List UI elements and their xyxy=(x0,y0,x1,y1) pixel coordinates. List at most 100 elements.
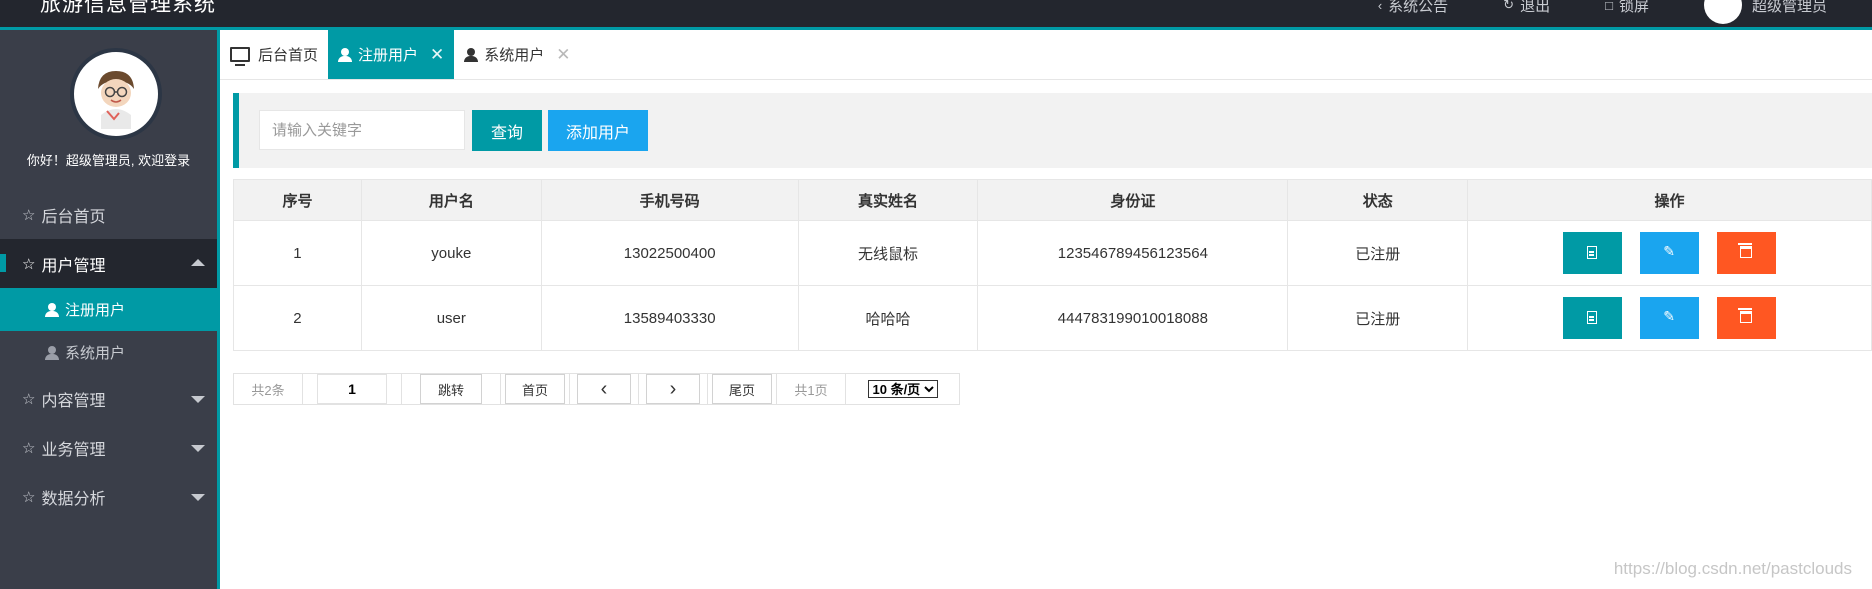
sidebar-item-user-management[interactable]: ☆ 用户管理 xyxy=(0,239,217,288)
top-links: ‹ 系统公告 ↻ 退出 □ 锁屏 超级管理员 xyxy=(1378,0,1872,24)
delete-button[interactable] xyxy=(1717,232,1777,274)
page-number-input[interactable] xyxy=(317,374,387,404)
prev-icon: ‹ xyxy=(1377,0,1383,13)
top-link-label: 系统公告 xyxy=(1388,0,1449,15)
close-icon[interactable]: ✕ xyxy=(556,45,570,65)
column-header: 真实姓名 xyxy=(797,179,979,221)
cell-index: 2 xyxy=(233,285,362,351)
user-icon xyxy=(45,345,59,360)
top-link-lock[interactable]: □ 锁屏 xyxy=(1605,0,1649,16)
user-icon xyxy=(464,47,479,62)
jump-wrap: 跳转 xyxy=(401,373,501,405)
page-size-wrap: 10 条/页 xyxy=(845,373,960,405)
cell-real-name: 无线鼠标 xyxy=(797,220,979,286)
sidebar-item-business-management[interactable]: ☆ 业务管理 xyxy=(0,423,217,472)
sidebar: 你好！超级管理员, 欢迎登录 ☆ 后台首页 ☆ 用户管理 注册用户 系统用户 ☆… xyxy=(0,30,220,589)
cell-id-card: 444783199010018088 xyxy=(977,285,1289,351)
top-user-menu[interactable]: 超级管理员 xyxy=(1703,0,1827,24)
cell-real-name: 哈哈哈 xyxy=(797,285,979,351)
pagination: 共2条 跳转 首页 ‹ › 尾页 共1页 10 条/页 xyxy=(233,373,960,405)
top-link-logout[interactable]: ↻ 退出 xyxy=(1503,0,1550,16)
star-icon: ☆ xyxy=(22,255,36,273)
view-button[interactable] xyxy=(1562,297,1622,339)
user-icon xyxy=(338,47,353,62)
cell-phone: 13022500400 xyxy=(540,220,799,286)
cell-status: 已注册 xyxy=(1287,220,1469,286)
next-page-button[interactable]: › xyxy=(646,374,700,404)
refresh-icon: ↻ xyxy=(1503,0,1515,12)
last-page-button[interactable]: 尾页 xyxy=(712,374,772,404)
page-size-select[interactable]: 10 条/页 xyxy=(867,380,938,398)
next-page-wrap: › xyxy=(638,373,708,405)
column-header: 操作 xyxy=(1467,179,1872,221)
query-button[interactable]: 查询 xyxy=(472,110,542,151)
prev-page-wrap: ‹ xyxy=(569,373,639,405)
delete-button[interactable] xyxy=(1717,297,1777,339)
star-icon: ☆ xyxy=(22,390,36,408)
close-icon[interactable]: ✕ xyxy=(430,45,444,65)
total-pages: 共1页 xyxy=(776,373,846,405)
tab-home[interactable]: 后台首页 xyxy=(220,30,328,79)
sidebar-item-home[interactable]: ☆ 后台首页 xyxy=(0,190,217,239)
cell-username: youke xyxy=(360,220,542,286)
avatar-icon xyxy=(82,60,150,129)
cell-index: 1 xyxy=(233,220,362,286)
user-icon xyxy=(45,302,59,317)
chevron-up-icon xyxy=(191,259,205,266)
cell-actions: ✎ xyxy=(1467,285,1872,351)
add-user-button[interactable]: 添加用户 xyxy=(548,110,648,151)
table-row: 2 user 13589403330 哈哈哈 44478319901001808… xyxy=(233,285,1872,351)
pencil-icon: ✎ xyxy=(1663,243,1675,259)
tab-system-users[interactable]: 系统用户 ✕ xyxy=(454,30,580,79)
column-header: 身份证 xyxy=(977,179,1289,221)
cell-id-card: 123546789456123564 xyxy=(977,220,1289,286)
star-icon: ☆ xyxy=(22,439,36,457)
sidebar-item-label: 后台首页 xyxy=(41,208,106,226)
user-avatar-small xyxy=(1703,0,1742,24)
user-name: 超级管理员 xyxy=(1751,0,1827,15)
tab-bar: 后台首页 注册用户 ✕ 系统用户 ✕ xyxy=(220,30,1872,80)
cell-status: 已注册 xyxy=(1287,285,1469,351)
jump-button[interactable]: 跳转 xyxy=(420,374,482,404)
chevron-down-icon xyxy=(191,494,205,501)
star-icon: ☆ xyxy=(22,488,36,506)
table-row: 1 youke 13022500400 无线鼠标 123546789456123… xyxy=(233,220,1872,286)
sidebar-item-data-analysis[interactable]: ☆ 数据分析 xyxy=(0,472,217,521)
lock-icon: □ xyxy=(1605,0,1613,13)
page-input-wrap xyxy=(302,373,402,405)
column-header: 手机号码 xyxy=(540,179,799,221)
sidebar-subitem-system-users[interactable]: 系统用户 xyxy=(0,331,217,374)
top-link-notice[interactable]: ‹ 系统公告 xyxy=(1378,0,1448,16)
view-button[interactable] xyxy=(1562,232,1622,274)
prev-page-button[interactable]: ‹ xyxy=(577,374,631,404)
edit-button[interactable]: ✎ xyxy=(1640,297,1700,339)
sidebar-subitem-registered-users[interactable]: 注册用户 xyxy=(0,288,217,331)
sidebar-item-label: 业务管理 xyxy=(41,441,106,459)
cell-phone: 13589403330 xyxy=(540,285,799,351)
chevron-left-icon: ‹ xyxy=(600,377,608,400)
search-input[interactable] xyxy=(259,110,465,150)
first-page-button[interactable]: 首页 xyxy=(505,374,565,404)
sidebar-item-label: 用户管理 xyxy=(41,257,106,275)
trash-icon xyxy=(1738,243,1753,258)
cell-actions: ✎ xyxy=(1467,220,1872,286)
tab-registered-users[interactable]: 注册用户 ✕ xyxy=(328,30,455,79)
chevron-down-icon xyxy=(191,445,205,452)
chevron-down-icon xyxy=(191,396,205,403)
trash-icon xyxy=(1738,308,1753,323)
top-link-label: 退出 xyxy=(1520,0,1551,15)
sidebar-subitem-label: 系统用户 xyxy=(65,345,126,362)
side-menu: ☆ 后台首页 ☆ 用户管理 注册用户 系统用户 ☆ 内容管理 ☆ 业务管理 ☆ xyxy=(0,190,217,521)
document-icon xyxy=(1586,311,1597,324)
table-header-row: 序号 用户名 手机号码 真实姓名 身份证 状态 操作 xyxy=(233,179,1872,221)
sidebar-item-content-management[interactable]: ☆ 内容管理 xyxy=(0,374,217,423)
watermark: https://blog.csdn.net/pastclouds xyxy=(1613,559,1852,578)
avatar[interactable] xyxy=(70,48,162,140)
column-header: 序号 xyxy=(233,179,362,221)
users-table: 序号 用户名 手机号码 真实姓名 身份证 状态 操作 1 youke 13022… xyxy=(233,179,1872,351)
edit-button[interactable]: ✎ xyxy=(1640,232,1700,274)
star-icon: ☆ xyxy=(22,206,36,224)
column-header: 状态 xyxy=(1287,179,1469,221)
tab-label: 系统用户 xyxy=(484,47,545,64)
cell-username: user xyxy=(360,285,542,351)
